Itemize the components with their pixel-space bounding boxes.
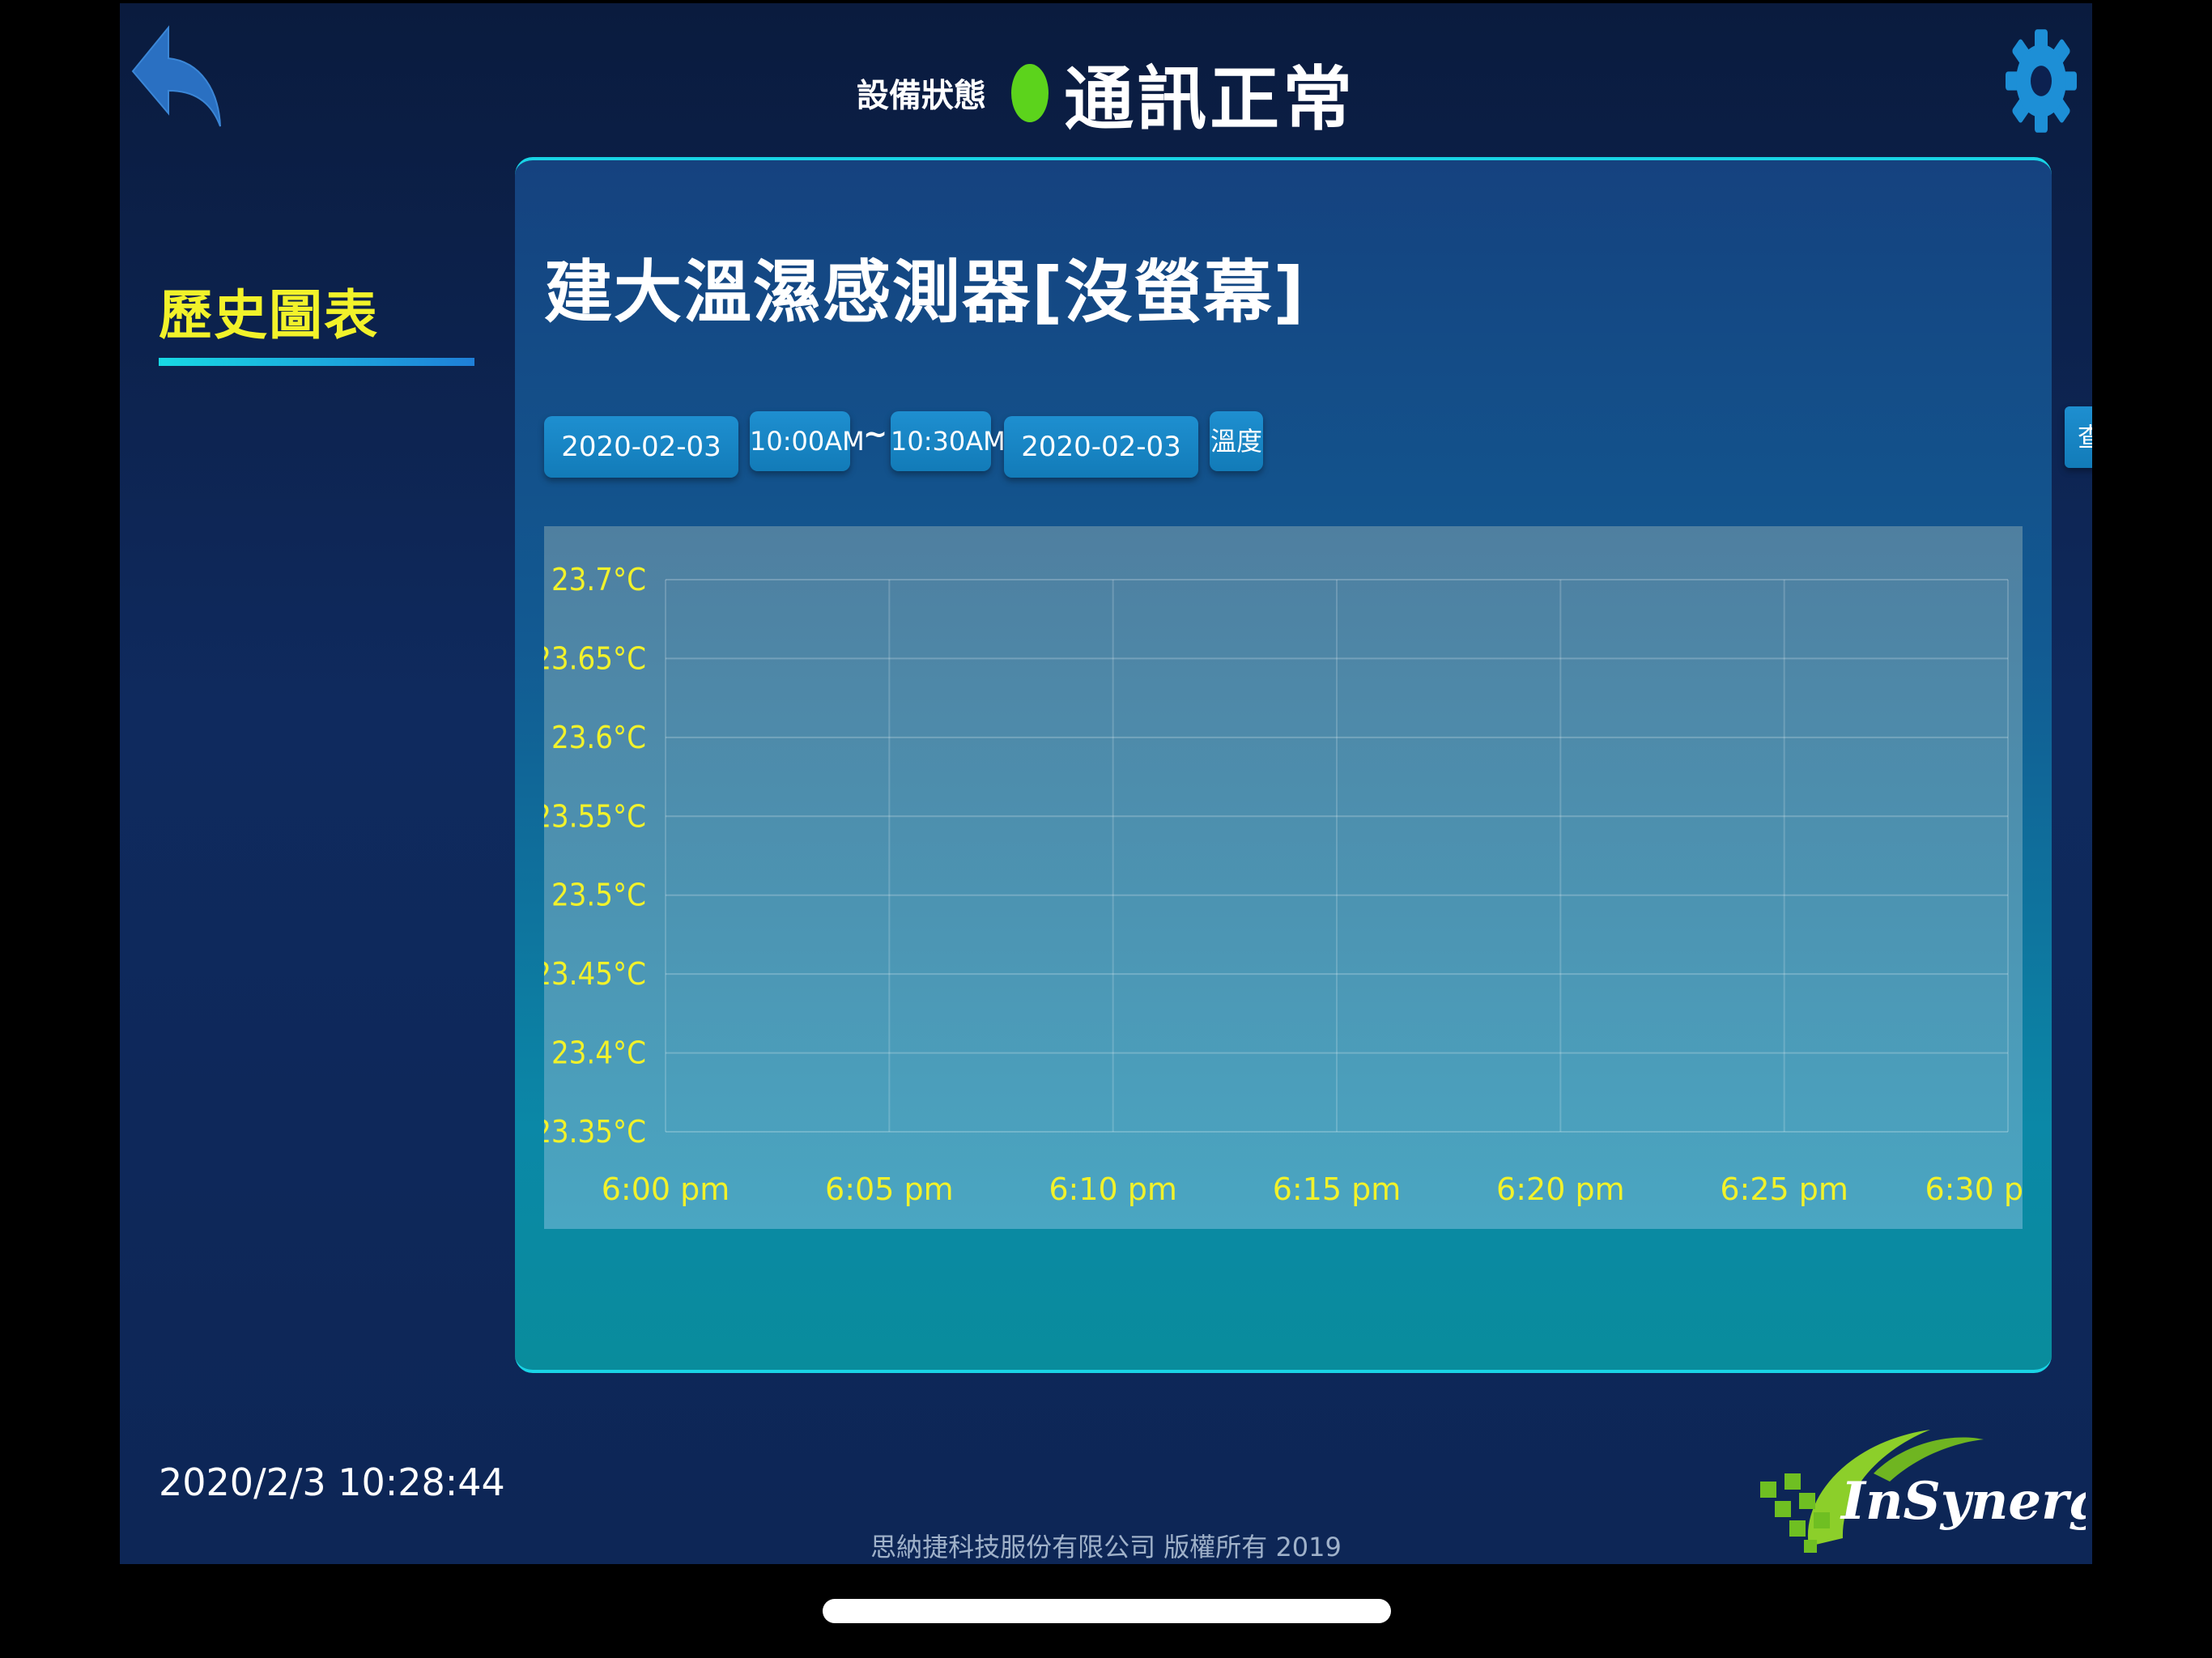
device-status: 設備狀態 通訊正常 [120, 42, 2092, 143]
y-tick-label: 23.55°C [544, 798, 646, 834]
x-tick-label: 6:25 pm [1720, 1171, 1848, 1207]
device-title: 建大溫濕感測器[沒螢幕] [544, 253, 1306, 332]
status-text: 通訊正常 [1064, 59, 1356, 140]
y-tick-label: 23.45°C [544, 956, 646, 992]
y-tick-label: 23.6°C [551, 720, 646, 755]
x-tick-label: 6:00 pm [602, 1171, 730, 1207]
current-datetime: 2020/2/3 10:28:44 [159, 1460, 505, 1504]
status-label: 設備狀態 [856, 77, 986, 115]
y-tick-label: 23.4°C [551, 1035, 646, 1071]
metric-selector[interactable]: 溫度 [1210, 411, 1263, 471]
gear-icon [2006, 29, 2077, 133]
y-tick-label: 23.65°C [544, 640, 646, 676]
x-tick-label: 6:15 pm [1273, 1171, 1402, 1207]
chart-svg: 23.7°C 23.65°C 23.6°C 23.55°C 23.5°C 23.45°C 2… [544, 562, 2023, 1207]
history-chart: 23.7°C 23.65°C 23.6°C 23.55°C 23.5°C 23.45°C 2… [544, 526, 2023, 1229]
insynerger-logo: InSynerger [1752, 1425, 2092, 1556]
logo-graphic: InSynerger [1760, 1430, 2092, 1553]
status-indicator-icon [1011, 63, 1049, 122]
tab-underline [159, 358, 474, 366]
app-screen: 設備狀態 通訊正常 歷史圖表 建大溫濕感測器[沒螢幕] 2020-02-03 1… [120, 3, 2092, 1564]
y-tick-label: 23.7°C [551, 562, 646, 597]
x-tick-label: 6:20 pm [1496, 1171, 1625, 1207]
chart-panel: 建大溫濕感測器[沒螢幕] 2020-02-03 10:00AM ~ 10:30A… [515, 157, 2092, 1373]
y-tick-label: 23.35°C [544, 1114, 646, 1150]
history-chart-tab[interactable]: 歷史圖表 [159, 272, 379, 350]
x-tick-label: 6:05 pm [825, 1171, 954, 1207]
x-tick-label: 6:30 pm [1925, 1171, 2023, 1207]
home-indicator [823, 1599, 1391, 1623]
settings-button[interactable] [2004, 26, 2078, 136]
end-time-picker[interactable]: 10:30AM [891, 411, 1006, 471]
start-date-picker[interactable]: 2020-02-03 [544, 416, 738, 478]
range-separator: ~ [863, 418, 888, 451]
end-date-picker[interactable]: 2020-02-03 [1004, 416, 1198, 478]
logo-text: InSynerger [1840, 1471, 2086, 1532]
query-button[interactable]: 查詢 [2065, 406, 2092, 468]
start-time-picker[interactable]: 10:00AM [750, 411, 865, 471]
y-tick-label: 23.5°C [551, 878, 646, 913]
x-tick-label: 6:10 pm [1049, 1171, 1177, 1207]
